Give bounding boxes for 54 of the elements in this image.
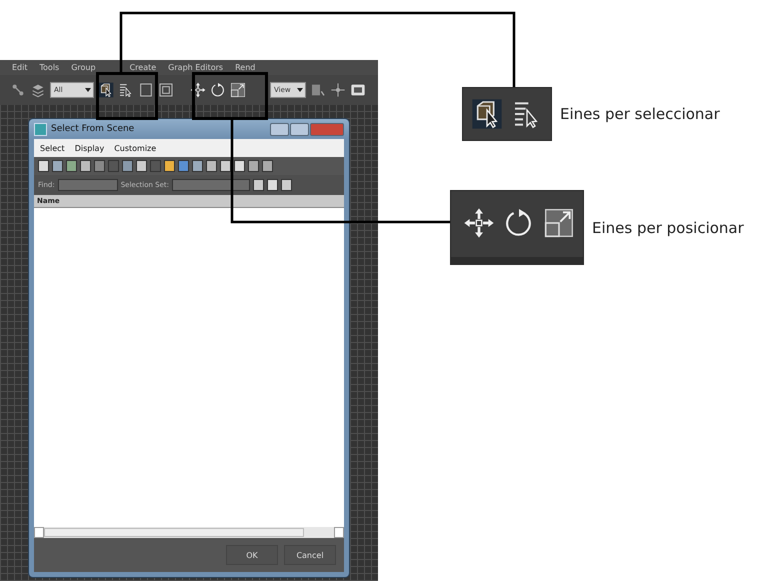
toolbar-button[interactable] [267,179,278,191]
toolbar-button[interactable] [80,160,91,172]
menu-item[interactable]: Rend [235,61,256,75]
menu-item[interactable]: Tools [40,61,60,75]
scroll-thumb[interactable] [44,528,304,537]
toolbar-button[interactable] [220,160,231,172]
toolbar-button[interactable] [248,160,259,172]
move-icon[interactable] [463,207,495,239]
toolbar-button[interactable] [66,160,77,172]
menu-item[interactable]: Graph Editors [168,61,224,75]
callout-label: Eines per seleccionar [560,105,720,123]
scale-icon[interactable] [543,207,575,239]
snap-icon[interactable] [310,82,326,98]
toolbar-button[interactable] [136,160,147,172]
list-cursor-icon[interactable] [118,82,134,98]
select-cursor-icon[interactable] [471,98,503,130]
link-icon[interactable] [10,82,26,98]
toolbar-button[interactable] [281,179,292,191]
menu-item[interactable]: Customize [114,144,156,152]
toolbar-button[interactable] [253,179,264,191]
selection-set-field[interactable] [172,179,250,191]
callout-label: Eines per posicionar [592,218,744,236]
toolbar-button[interactable] [206,160,217,172]
dialog-button[interactable]: Cancel [284,545,336,565]
toolbar-button[interactable] [192,160,203,172]
toolbar-button[interactable] [234,160,245,172]
highlight-frame [96,72,158,120]
menu-item[interactable]: Select [40,144,65,152]
pivot-icon[interactable] [330,82,346,98]
select-cursor-icon[interactable] [98,82,114,98]
menu-item[interactable]: Display [74,144,104,152]
move-icon[interactable] [190,82,206,98]
toolbar-button[interactable] [38,160,49,172]
menu-item[interactable]: Create [130,61,156,75]
minimize-button[interactable] [270,122,289,136]
menu-item[interactable]: Group [71,61,96,75]
toolbar-button[interactable] [262,160,273,172]
window-title: Select From Scene [51,124,136,134]
toolbar-button[interactable] [164,160,175,172]
toolbar-button[interactable] [52,160,63,172]
nested-squares-icon[interactable] [158,82,174,98]
layers-icon[interactable] [30,82,46,98]
dropdown-arrow-icon [297,88,303,92]
horizontal-scrollbar[interactable] [34,527,344,538]
maximize-button[interactable] [290,122,309,136]
render-icon[interactable] [350,82,366,98]
dropdown-arrow-icon [85,88,91,92]
find-field[interactable] [58,179,118,191]
dialog-button[interactable]: OK [226,545,278,565]
rectangle-icon[interactable] [138,82,154,98]
rotate-icon[interactable] [210,82,226,98]
menu-item[interactable]: Edit [12,61,28,75]
app-icon [34,122,47,136]
scale-icon[interactable] [230,82,246,98]
